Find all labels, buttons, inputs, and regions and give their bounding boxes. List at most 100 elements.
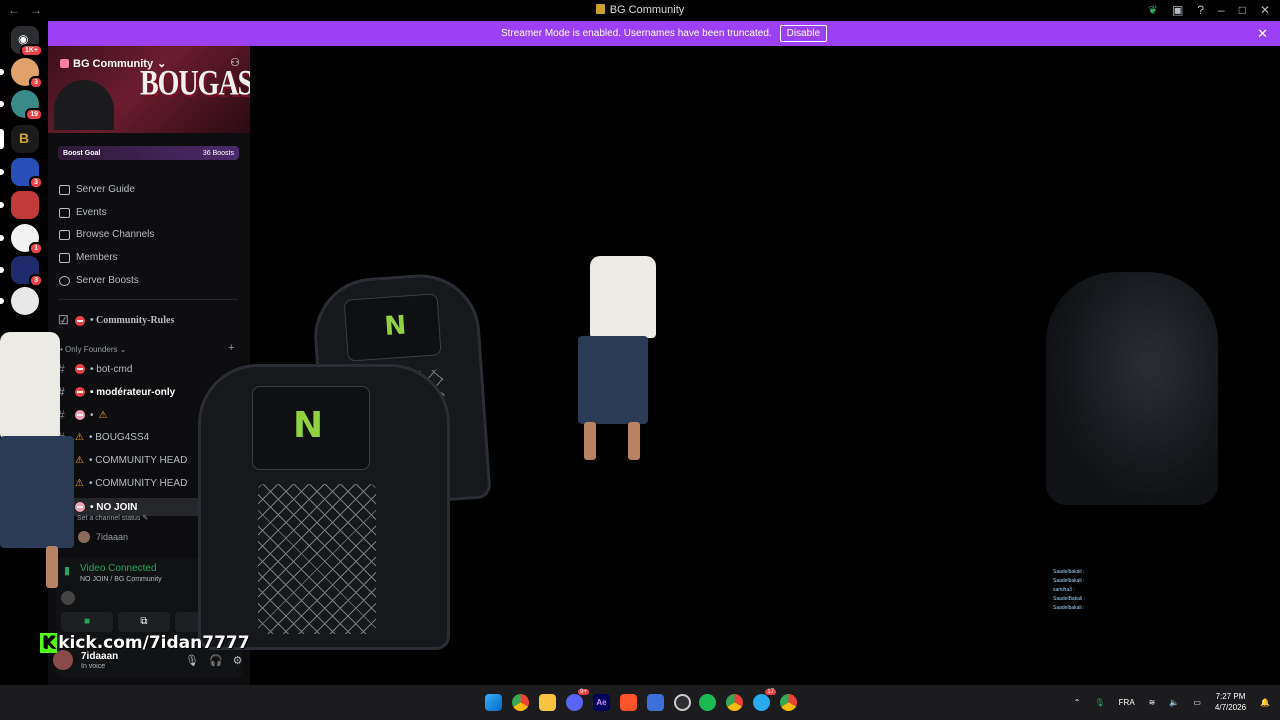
server-badge: 3 bbox=[29, 176, 43, 189]
inbox-icon[interactable]: ▣ bbox=[1172, 3, 1183, 17]
server-badge: 3 bbox=[29, 76, 43, 89]
boost-count: 36 Boosts bbox=[202, 149, 234, 157]
user-controls: 🎙 🎧 ⚙ bbox=[185, 654, 243, 667]
invite-icon[interactable]: ⚇ bbox=[230, 56, 240, 69]
screen-share-button[interactable]: ⧉ bbox=[118, 612, 170, 632]
person-jeans bbox=[578, 336, 648, 424]
chat-line: SaadelBakali : bbox=[1053, 596, 1085, 602]
unread-pill bbox=[0, 298, 4, 304]
chat-line: samiha3 : bbox=[1053, 587, 1075, 593]
channel-status[interactable]: Set a channel status ✎ bbox=[77, 514, 148, 522]
menu-events[interactable]: Events bbox=[59, 207, 107, 218]
chair-pillow: N bbox=[252, 386, 370, 470]
system-tray: ⌃ 🎙 FRA ≋ 🔈 ▭ 7:27 PM 4/7/2026 🔔 bbox=[1074, 691, 1270, 713]
chrome-icon[interactable] bbox=[512, 694, 529, 711]
spotify-icon[interactable] bbox=[699, 694, 716, 711]
brave-icon[interactable] bbox=[620, 694, 637, 711]
server-7[interactable]: 1 bbox=[0, 224, 43, 255]
volume-icon[interactable]: 🔈 bbox=[1169, 698, 1179, 707]
microphone-tray-icon[interactable]: 🎙 bbox=[1095, 698, 1105, 707]
notifications-icon[interactable]: 🔔 bbox=[1260, 698, 1270, 707]
help-icon[interactable]: ? bbox=[1197, 3, 1204, 17]
window-title-text: BG Community bbox=[609, 4, 685, 16]
channel-label: • bbox=[90, 409, 94, 421]
camera-button[interactable]: ■ bbox=[61, 612, 113, 632]
unread-pill bbox=[0, 69, 4, 75]
no-entry-icon bbox=[75, 315, 85, 326]
taskbar: 9+ Ae 17 ⌃ 🎙 FRA ≋ 🔈 ▭ 7:27 PM 4/7/2026 … bbox=[0, 685, 1280, 720]
settings-gear-icon[interactable]: ⚙ bbox=[233, 654, 243, 667]
menu-browse-channels[interactable]: Browse Channels bbox=[59, 229, 154, 240]
after-effects-icon[interactable]: Ae bbox=[593, 694, 610, 711]
server-9[interactable] bbox=[0, 287, 39, 315]
person-center bbox=[570, 256, 670, 466]
kick-overlay: Kkick.com/7idan7777 bbox=[40, 633, 250, 653]
language-indicator[interactable]: FRA bbox=[1119, 698, 1135, 707]
maximize-icon[interactable]: □ bbox=[1239, 3, 1246, 17]
voice-status: Video Connected bbox=[80, 563, 157, 574]
server-badge: 19 bbox=[25, 108, 43, 121]
selected-pill bbox=[0, 129, 4, 149]
server-badge: 3 bbox=[29, 274, 43, 287]
server-lounge[interactable]: 3 bbox=[0, 158, 43, 189]
chrome-2-icon[interactable] bbox=[726, 694, 743, 711]
server-8[interactable]: 3 bbox=[0, 256, 43, 287]
headphones-icon[interactable]: 🎧 bbox=[209, 654, 223, 667]
kick-url: kick.com/7idan7777 bbox=[58, 633, 250, 653]
server-home[interactable]: ◉ 1K+ bbox=[11, 26, 43, 57]
menu-members[interactable]: Members bbox=[59, 252, 118, 263]
clock[interactable]: 7:27 PM 4/7/2026 bbox=[1215, 691, 1246, 713]
close-window-icon[interactable]: ✕ bbox=[1260, 3, 1270, 17]
channel-label: • Community-Rules bbox=[90, 315, 175, 326]
minimize-icon[interactable]: – bbox=[1218, 3, 1225, 17]
voice-channel-user[interactable]: 7idaaan bbox=[78, 531, 128, 543]
browse-icon bbox=[59, 229, 70, 240]
wifi-icon[interactable]: ≋ bbox=[1149, 698, 1156, 707]
server-2[interactable]: 3 bbox=[0, 58, 43, 89]
channel-label: • NO JOIN bbox=[90, 501, 138, 513]
channel-label: • bot-cmd bbox=[90, 363, 133, 375]
unread-pill bbox=[0, 202, 4, 208]
server-3[interactable]: 19 bbox=[0, 90, 43, 121]
window-title: BG Community bbox=[0, 4, 1280, 16]
menu-server-guide[interactable]: Server Guide bbox=[59, 184, 135, 195]
server-name-button[interactable]: BG Community ⌄ bbox=[60, 57, 166, 70]
unread-pill bbox=[0, 101, 4, 107]
telegram-icon[interactable]: 17 bbox=[753, 689, 776, 711]
members-icon bbox=[59, 252, 70, 263]
bg-logo-icon: B bbox=[19, 130, 30, 146]
server-bg-community[interactable]: B bbox=[0, 125, 39, 153]
chrome-3-icon[interactable] bbox=[780, 694, 797, 711]
start-icon[interactable] bbox=[485, 694, 502, 711]
chevron-up-icon[interactable]: ⌃ bbox=[1074, 698, 1081, 707]
obs-icon[interactable] bbox=[674, 694, 691, 711]
battery-icon[interactable]: ▭ bbox=[1193, 698, 1201, 707]
boost-goal-label: Boost Goal bbox=[63, 149, 101, 157]
person-shirt bbox=[590, 256, 656, 338]
chair-logo-icon: N bbox=[383, 310, 408, 342]
chat-line: Saadelbakali : bbox=[1053, 569, 1085, 575]
banner-message: Streamer Mode is enabled. Usernames have… bbox=[500, 28, 772, 39]
channel-community-rules[interactable]: ☑ • Community-Rules bbox=[58, 313, 174, 328]
chair-rear-view bbox=[1046, 272, 1218, 505]
video-stage: N N Saadelbakali : Saadelbakali : samiha… bbox=[198, 46, 1280, 685]
gaming-chair-front: N bbox=[198, 364, 450, 650]
server-6[interactable] bbox=[0, 191, 39, 219]
person-leg bbox=[584, 422, 596, 460]
app-icon[interactable] bbox=[647, 694, 664, 711]
person-left-overlay bbox=[0, 332, 80, 592]
close-banner-icon[interactable]: ✕ bbox=[1257, 26, 1268, 42]
kick-logo-icon: K bbox=[40, 633, 58, 653]
boost-goal-bar[interactable]: Boost Goal 36 Boosts bbox=[58, 146, 239, 160]
file-explorer-icon[interactable] bbox=[539, 694, 556, 711]
add-channel-icon[interactable]: + bbox=[228, 342, 234, 354]
leaf-icon[interactable]: ❦ bbox=[1148, 3, 1158, 17]
voice-location[interactable]: NO JOIN / BG Community bbox=[80, 576, 162, 583]
microphone-icon[interactable]: 🎙 bbox=[185, 654, 199, 667]
server-icon bbox=[595, 4, 605, 14]
server-banner: BOUGASSAA BG Community ⌄ ⚇ bbox=[48, 46, 250, 133]
disable-button[interactable]: Disable bbox=[779, 25, 828, 42]
menu-server-boosts[interactable]: Server Boosts bbox=[59, 275, 139, 286]
user-avatar[interactable] bbox=[53, 650, 73, 670]
discord-taskbar-icon[interactable]: 9+ bbox=[566, 689, 589, 711]
